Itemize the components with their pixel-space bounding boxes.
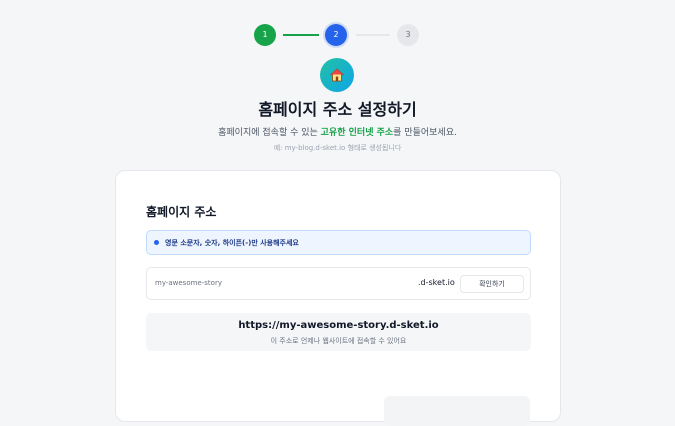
subtitle-suffix: 를 만들어보세요. bbox=[393, 128, 457, 138]
step-connector-1 bbox=[283, 34, 319, 36]
card-title: 홈페이지 주소 bbox=[146, 205, 217, 219]
example-hint: 예: my-blog.d-sket.io 형태로 생성됩니다 bbox=[273, 144, 402, 152]
subtitle-prefix: 홈페이지에 접속할 수 있는 bbox=[218, 128, 321, 138]
preview-note: 이 주소로 언제나 웹사이트에 접속할 수 있어요 bbox=[270, 337, 407, 345]
check-availability-button[interactable]: 확인하기 bbox=[460, 275, 524, 293]
info-banner: 영문 소문자, 숫자, 하이픈(-)만 사용해주세요 bbox=[146, 230, 531, 255]
address-card: 홈페이지 주소 영문 소문자, 숫자, 하이픈(-)만 사용해주세요 .d-sk… bbox=[115, 170, 561, 426]
info-dot-icon bbox=[154, 240, 159, 245]
preview-url: https://my-awesome-story.d-sket.io bbox=[238, 320, 439, 331]
subtitle-highlight: 고유한 인터넷 주소 bbox=[320, 128, 394, 138]
address-preview: https://my-awesome-story.d-sket.io 이 주소로… bbox=[146, 313, 531, 351]
step-connector-2 bbox=[356, 34, 390, 36]
page-subtitle: 홈페이지에 접속할 수 있는 고유한 인터넷 주소를 만들어보세요. bbox=[0, 125, 675, 138]
progress-stepper: 1 2 3 bbox=[0, 24, 675, 46]
step-2-indicator: 2 bbox=[325, 24, 347, 46]
page-title: 홈페이지 주소 설정하기 bbox=[258, 100, 417, 119]
domain-suffix: .d-sket.io bbox=[418, 278, 455, 287]
address-field: .d-sket.io 확인하기 bbox=[146, 267, 531, 300]
house-icon bbox=[320, 58, 354, 92]
next-button[interactable] bbox=[384, 396, 530, 426]
step-1-indicator: 1 bbox=[254, 24, 276, 46]
info-text: 영문 소문자, 숫자, 하이픈(-)만 사용해주세요 bbox=[165, 238, 299, 247]
step-3-indicator: 3 bbox=[397, 24, 419, 46]
subdomain-input[interactable] bbox=[155, 277, 395, 289]
